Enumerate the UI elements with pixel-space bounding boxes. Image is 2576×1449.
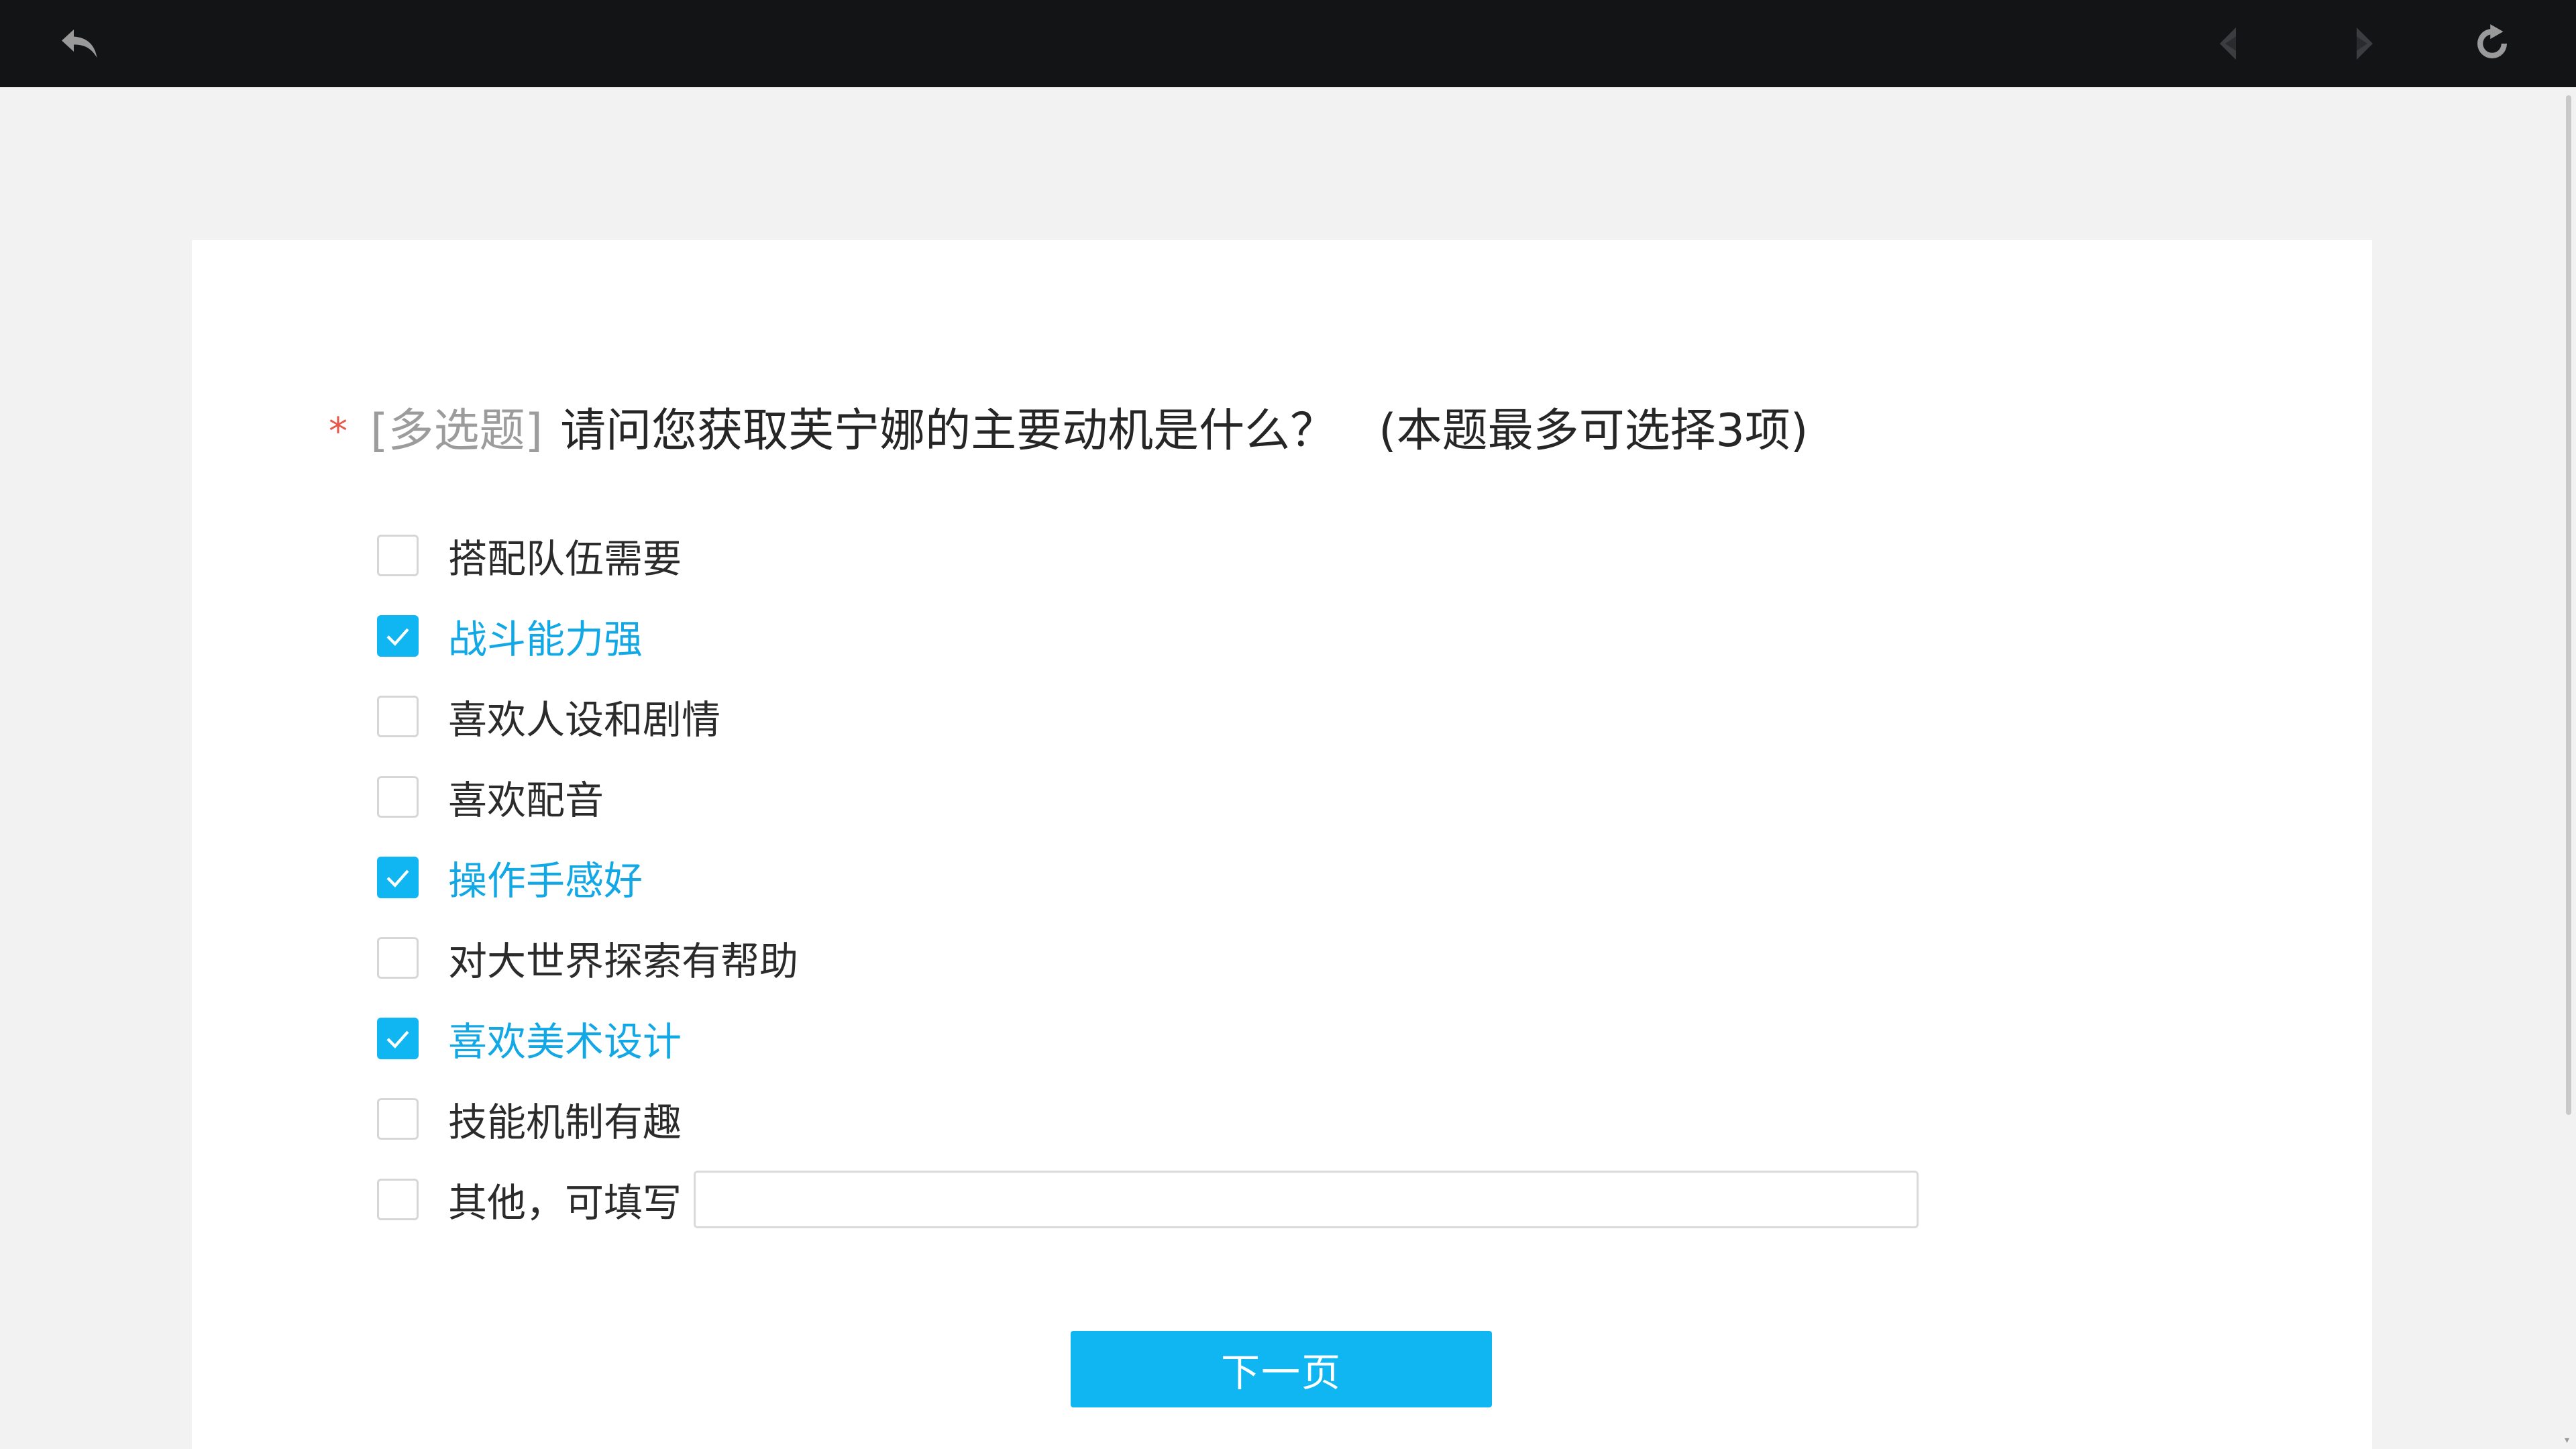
options-list: 搭配队伍需要 战斗能力强 喜欢人设和剧情 喜欢配音 操作手感好 对大世界探索有帮… (377, 515, 2188, 1240)
option-other[interactable]: 其他，可填写 (377, 1159, 2188, 1240)
option-voice-acting[interactable]: 喜欢配音 (377, 757, 2188, 837)
checkbox[interactable] (377, 776, 419, 818)
checkmark-icon (386, 869, 409, 888)
checkbox[interactable] (377, 535, 419, 576)
question-limit-note: (本题最多可选择3项) (1379, 404, 1809, 458)
checkbox[interactable] (377, 1098, 419, 1140)
option-label: 搭配队伍需要 (448, 536, 682, 582)
scroll-down-arrow-icon[interactable]: ▾ (2565, 1436, 2569, 1445)
other-text-input[interactable] (694, 1171, 1919, 1228)
next-page-button[interactable]: 下一页 (1071, 1331, 1492, 1407)
option-character-story[interactable]: 喜欢人设和剧情 (377, 676, 2188, 757)
previous-button[interactable] (2202, 15, 2259, 72)
next-arrow-icon (2357, 28, 2373, 60)
page-scrollbar[interactable]: ▾ (2561, 87, 2576, 1449)
option-label: 喜欢配音 (448, 777, 604, 823)
question-title: * [多选题] 请问您获取芙宁娜的主要动机是什么？ (本题最多可选择3项) (329, 396, 1808, 458)
checkmark-icon (386, 628, 409, 646)
prev-arrow-icon (2220, 28, 2236, 60)
option-label: 其他，可填写 (448, 1180, 682, 1226)
option-exploration-help[interactable]: 对大世界探索有帮助 (377, 918, 2188, 998)
option-combat-strength[interactable]: 战斗能力强 (377, 596, 2188, 676)
option-skill-mechanics[interactable]: 技能机制有趣 (377, 1079, 2188, 1159)
option-team-synergy[interactable]: 搭配队伍需要 (377, 515, 2188, 596)
refresh-icon (2477, 24, 2507, 58)
option-label: 喜欢人设和剧情 (448, 697, 721, 743)
refresh-button[interactable] (2463, 15, 2521, 72)
checkbox[interactable] (377, 937, 419, 979)
checkmark-icon (386, 1030, 409, 1049)
option-label: 技能机制有趣 (448, 1099, 682, 1145)
required-mark: * (329, 409, 347, 453)
option-label: 喜欢美术设计 (448, 1019, 682, 1065)
checkbox[interactable] (377, 857, 419, 898)
back-button[interactable] (51, 15, 109, 72)
top-toolbar (0, 0, 2576, 87)
checkbox[interactable] (377, 696, 419, 737)
forward-button[interactable] (2333, 15, 2391, 72)
checkbox[interactable] (377, 1179, 419, 1220)
question-text: 请问您获取芙宁娜的主要动机是什么？ (560, 404, 1336, 458)
option-art-design[interactable]: 喜欢美术设计 (377, 998, 2188, 1079)
option-handling-feel[interactable]: 操作手感好 (377, 837, 2188, 918)
checkbox[interactable] (377, 615, 419, 657)
scrollbar-thumb[interactable] (2566, 95, 2571, 1115)
question-card: * [多选题] 请问您获取芙宁娜的主要动机是什么？ (本题最多可选择3项) 搭配… (192, 240, 2372, 1449)
checkbox[interactable] (377, 1018, 419, 1059)
option-label: 对大世界探索有帮助 (448, 938, 799, 984)
option-label: 操作手感好 (448, 858, 643, 904)
option-label: 战斗能力强 (448, 616, 643, 662)
back-arrow-icon (62, 30, 97, 58)
question-type-label: [多选题] (370, 404, 543, 458)
